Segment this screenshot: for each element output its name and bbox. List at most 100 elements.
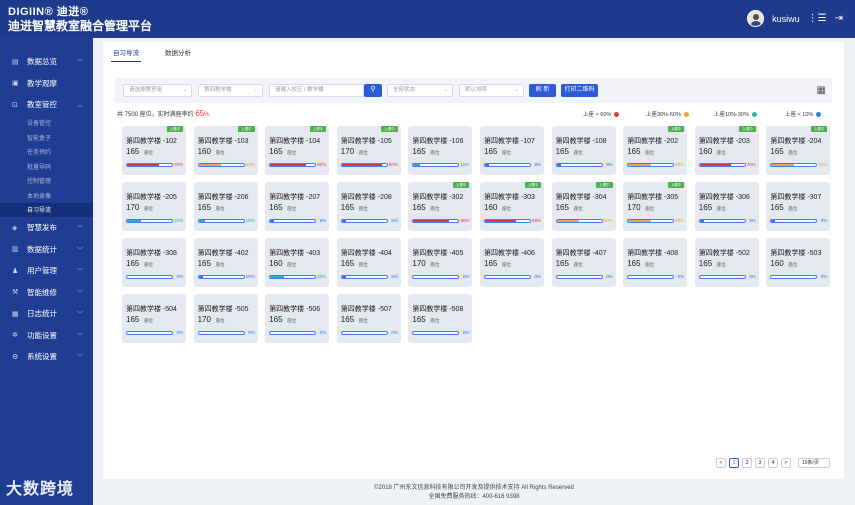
classroom-card[interactable]: 第四教学楼 -205 170 座位 30%: [122, 182, 186, 231]
classroom-card[interactable]: 第四教学楼 -107 165 座位 9%: [480, 126, 544, 175]
occupancy-bar-fill: [270, 276, 284, 278]
tab[interactable]: 自习导流: [111, 47, 141, 62]
sidebar-subitem[interactable]: 智能盒子: [0, 130, 93, 145]
sidebar-item[interactable]: ✲ 功能设置 ﹀: [0, 325, 93, 347]
classroom-card[interactable]: 第四教学楼 -505 170 座位 0%: [193, 294, 258, 343]
sidebar-item[interactable]: ⚙ 系统设置 ﹀: [0, 346, 93, 368]
page-button[interactable]: 1: [729, 458, 739, 468]
sidebar-subitem[interactable]: 控制管理: [0, 174, 93, 189]
classroom-card[interactable]: 上课中 第四教学楼 -305 170 座位 50%: [623, 182, 688, 231]
classroom-group-select[interactable]: 请选择教室组 ⌄: [123, 84, 192, 97]
occupancy-percent: 10%: [245, 274, 255, 279]
page-button[interactable]: 3: [755, 458, 765, 468]
classroom-card[interactable]: 上课中 第四教学楼 -303 160 座位 69%: [480, 182, 544, 231]
sidebar-subitem[interactable]: 自习导流: [0, 202, 93, 217]
classroom-card[interactable]: 第四教学楼 -404 165 座位 9%: [336, 238, 401, 287]
sidebar-item-label: 教室管控: [27, 100, 57, 110]
occupancy-bar: [770, 275, 818, 279]
classroom-card[interactable]: 第四教学楼 -403 160 座位 30%: [265, 238, 330, 287]
occupancy-bar: [627, 219, 675, 223]
classroom-card[interactable]: 第四教学楼 -308 165 座位 0%: [122, 238, 186, 287]
classroom-card[interactable]: 第四教学楼 -402 165 座位 10%: [193, 238, 258, 287]
sidebar-item[interactable]: ◈ 智慧发布 ﹀: [0, 217, 93, 239]
classroom-card[interactable]: 第四教学楼 -208 165 座位 9%: [336, 182, 401, 231]
page-size-select[interactable]: 15条/页: [798, 458, 830, 468]
classroom-name: 第四教学楼 -102: [126, 138, 177, 145]
classroom-name: 第四教学楼 -402: [197, 250, 249, 257]
sidebar-item[interactable]: ▦ 日志统计 ﹀: [0, 303, 93, 325]
sidebar-item[interactable]: ⚒ 智能维修 ﹀: [0, 282, 93, 304]
classroom-card[interactable]: 第四教学楼 -306 165 座位 9%: [694, 182, 759, 231]
sidebar-item[interactable]: ▤ 数据总览 ﹀: [0, 51, 93, 73]
print-qrcode-button[interactable]: 打印二维码: [561, 84, 598, 97]
status-select[interactable]: 全部状态 ⌄: [387, 84, 453, 97]
prev-page-button[interactable]: <: [716, 458, 726, 468]
seat-unit: 座位: [716, 262, 726, 267]
sidebar-subitem[interactable]: 任务预约: [0, 145, 93, 160]
classroom-card[interactable]: 上课中 第四教学楼 -302 165 座位 80%: [408, 182, 473, 231]
sidebar-item[interactable]: ▥ 数据统计 ﹀: [0, 239, 93, 261]
classroom-card[interactable]: 第四教学楼 -503 160 座位 0%: [766, 238, 831, 287]
next-page-button[interactable]: >: [781, 458, 791, 468]
classroom-card[interactable]: 第四教学楼 -502 165 座位 0%: [694, 238, 759, 287]
sort-select[interactable]: 默认排序 ⌄: [459, 84, 524, 97]
building-select[interactable]: 第四教学楼 ⌄: [198, 84, 263, 97]
classroom-card[interactable]: 第四教学楼 -408 165 座位 0%: [623, 238, 688, 287]
sidebar-item[interactable]: ♟ 用户管理 ﹀: [0, 260, 93, 282]
seat-count: 165: [698, 203, 713, 212]
search-button[interactable]: ⚲: [364, 84, 382, 97]
sidebar-subitem[interactable]: 批量导码: [0, 159, 93, 174]
classroom-card[interactable]: 上课中 第四教学楼 -103 160 座位 50%: [193, 126, 258, 175]
page-button[interactable]: 2: [742, 458, 752, 468]
seat-unit: 座位: [215, 206, 225, 211]
user-list-icon[interactable]: ⋮☰: [808, 13, 827, 24]
classroom-card[interactable]: 第四教学楼 -506 165 座位 0%: [265, 294, 330, 343]
classroom-card[interactable]: 第四教学楼 -406 165 座位 0%: [480, 238, 544, 287]
occupancy-bar: [412, 331, 460, 335]
classroom-card[interactable]: 第四教学楼 -206 165 座位 15%: [193, 182, 258, 231]
classroom-card[interactable]: 第四教学楼 -504 165 座位 0%: [122, 294, 186, 343]
classroom-card[interactable]: 第四教学楼 -108 165 座位 9%: [551, 126, 616, 175]
page-button[interactable]: 4: [768, 458, 778, 468]
seat-count: 165: [340, 315, 355, 324]
search-input[interactable]: 请输入校区 / 教学楼: [269, 84, 364, 97]
occupancy-bar: [555, 163, 603, 167]
sidebar-item[interactable]: ▣ 教学观摩: [0, 73, 93, 95]
sidebar-subitem[interactable]: 本地录像: [0, 188, 93, 203]
occupancy-percent: 0%: [462, 330, 470, 335]
grid-view-icon[interactable]: ▦: [817, 85, 826, 96]
seat-unit: 座位: [430, 262, 440, 267]
classroom-name: 第四教学楼 -104: [269, 138, 321, 145]
classroom-card[interactable]: 上课中 第四教学楼 -204 165 座位 50%: [766, 126, 831, 175]
classroom-card[interactable]: 第四教学楼 -407 165 座位 0%: [551, 238, 616, 287]
classroom-card[interactable]: 第四教学楼 -307 165 座位 9%: [766, 182, 831, 231]
classroom-card[interactable]: 上课中 第四教学楼 -304 165 座位 50%: [551, 182, 616, 231]
seat-count: 165: [126, 259, 140, 268]
classroom-card[interactable]: 上课中 第四教学楼 -202 165 座位 50%: [623, 126, 688, 175]
refresh-button[interactable]: 刷 新: [529, 84, 556, 97]
classroom-card[interactable]: 上课中 第四教学楼 -105 170 座位 90%: [336, 126, 401, 175]
classroom-card[interactable]: 第四教学楼 -405 170 座位 0%: [408, 238, 473, 287]
seat-unit: 座位: [287, 150, 297, 155]
tab-bar: 自习导流 数据分析: [111, 47, 193, 62]
avatar[interactable]: [747, 10, 765, 27]
sidebar-item[interactable]: ⊡ 教室管控 ︿: [0, 94, 93, 116]
occupancy-percent: 15%: [245, 218, 255, 223]
classroom-card[interactable]: 上课中 第四教学楼 -203 160 座位 70%: [694, 126, 759, 175]
gear-icon: ⚙: [12, 353, 19, 361]
classroom-card[interactable]: 上课中 第四教学楼 -104 165 座位 80%: [265, 126, 330, 175]
occupancy-bar: [269, 331, 317, 335]
classroom-name: 第四教学楼 -307: [770, 194, 822, 201]
occupancy-bar-fill: [628, 220, 651, 222]
username[interactable]: kusiwu: [772, 14, 800, 24]
logout-icon[interactable]: ⇥: [835, 13, 843, 24]
classroom-card[interactable]: 第四教学楼 -207 165 座位 9%: [265, 182, 330, 231]
occupancy-percent: 9%: [606, 162, 613, 167]
tab[interactable]: 数据分析: [163, 47, 193, 62]
classroom-card[interactable]: 第四教学楼 -507 165 座位 0%: [336, 294, 401, 343]
classroom-card[interactable]: 第四教学楼 -508 165 座位 0%: [408, 294, 473, 343]
hotline-text: 全国免费服务热线：400-616 9398: [428, 493, 520, 500]
sidebar-subitem[interactable]: 设备管控: [0, 116, 93, 131]
classroom-card[interactable]: 第四教学楼 -106 165 座位 15%: [408, 126, 473, 175]
classroom-card[interactable]: 上课中 第四教学楼 -102 165 座位 70%: [122, 126, 186, 175]
